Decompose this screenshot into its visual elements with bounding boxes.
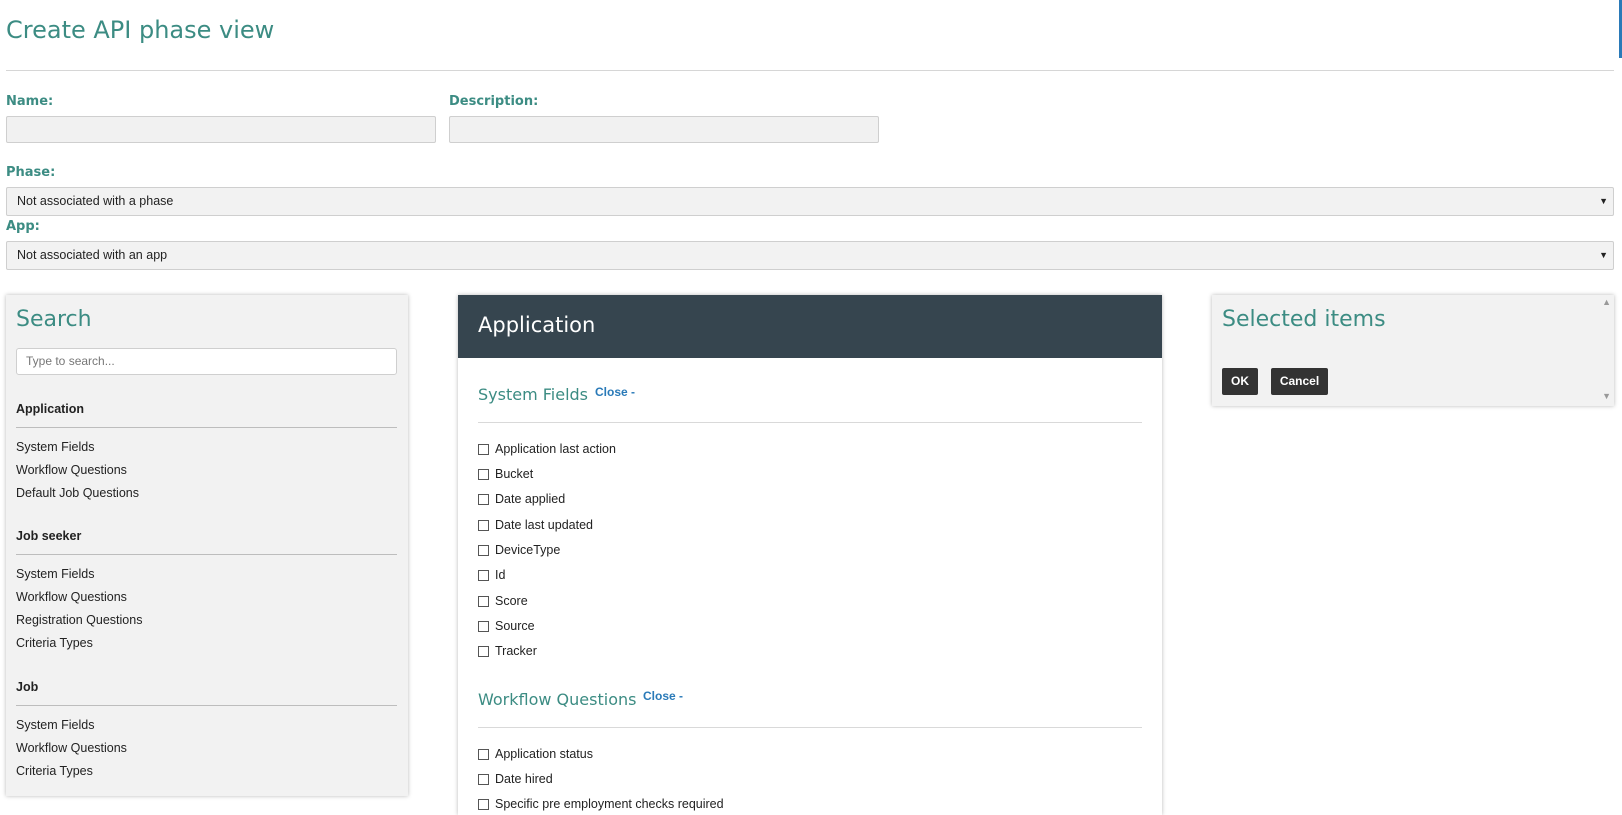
section-heading-system-fields: System Fields [478, 385, 589, 404]
search-panel: Search Type to search... Application Sys… [6, 295, 408, 796]
checkbox[interactable] [478, 749, 489, 760]
caret-down-icon: ▼ [1599, 196, 1608, 206]
nav-application-default-job-questions[interactable]: Default Job Questions [16, 486, 139, 500]
application-panel-title: Application [478, 313, 596, 337]
caret-down-icon: ▼ [1599, 250, 1608, 260]
field-label: Date hired [495, 772, 553, 786]
nav-job-system-fields[interactable]: System Fields [16, 718, 95, 732]
checkbox[interactable] [478, 520, 489, 531]
name-input[interactable] [6, 116, 436, 143]
group-heading-job-seeker: Job seeker [16, 529, 82, 543]
field-row[interactable]: Application status [478, 747, 593, 763]
field-row[interactable]: Tracker [478, 644, 537, 660]
checkbox[interactable] [478, 799, 489, 810]
field-row[interactable]: Date hired [478, 772, 553, 788]
selected-items-panel: Selected items OK Cancel ▲ ▼ [1212, 295, 1614, 406]
nav-jobseeker-system-fields[interactable]: System Fields [16, 567, 95, 581]
field-label: Date last updated [495, 518, 593, 532]
search-panel-title: Search [16, 307, 92, 332]
field-label: Specific pre employment checks required [495, 797, 724, 811]
group-divider [16, 554, 397, 555]
selected-items-title: Selected items [1222, 307, 1386, 332]
checkbox[interactable] [478, 545, 489, 556]
checkbox[interactable] [478, 774, 489, 785]
app-select[interactable]: Not associated with an app ▼ [6, 241, 1614, 270]
field-row[interactable]: Source [478, 619, 535, 635]
field-row[interactable]: Bucket [478, 467, 533, 483]
field-label: Source [495, 619, 535, 633]
close-system-fields-link[interactable]: Close - [595, 385, 635, 399]
search-input[interactable]: Type to search... [16, 348, 397, 375]
field-row[interactable]: DeviceType [478, 543, 560, 559]
field-label: Application status [495, 747, 593, 761]
nav-job-criteria-types[interactable]: Criteria Types [16, 764, 93, 778]
nav-jobseeker-registration-questions[interactable]: Registration Questions [16, 613, 142, 627]
close-workflow-questions-link[interactable]: Close - [643, 689, 683, 703]
checkbox[interactable] [478, 646, 489, 657]
group-heading-application: Application [16, 402, 85, 416]
ok-button[interactable]: OK [1222, 368, 1258, 395]
group-divider [16, 705, 397, 706]
field-row[interactable]: Application last action [478, 442, 616, 458]
checkbox[interactable] [478, 596, 489, 607]
name-label: Name: [6, 94, 54, 109]
cancel-button[interactable]: Cancel [1271, 368, 1328, 395]
description-label: Description: [449, 94, 539, 109]
group-heading-job: Job [16, 680, 39, 694]
field-label: DeviceType [495, 543, 561, 557]
field-label: Application last action [495, 442, 616, 456]
checkbox[interactable] [478, 469, 489, 480]
field-label: Date applied [495, 492, 566, 506]
title-divider [6, 70, 1614, 71]
field-row[interactable]: Date last updated [478, 518, 593, 534]
field-row[interactable]: Id [478, 568, 505, 584]
field-row[interactable]: Date applied [478, 492, 565, 508]
nav-application-workflow-questions[interactable]: Workflow Questions [16, 463, 127, 477]
section-divider [478, 727, 1142, 728]
field-label: Id [495, 568, 506, 582]
phase-select-value: Not associated with a phase [17, 194, 174, 208]
nav-jobseeker-criteria-types[interactable]: Criteria Types [16, 636, 93, 650]
phase-select[interactable]: Not associated with a phase ▼ [6, 187, 1614, 216]
section-heading-workflow-questions: Workflow Questions [478, 690, 637, 709]
checkbox[interactable] [478, 494, 489, 505]
chevron-up-icon[interactable]: ▲ [1602, 297, 1611, 307]
nav-application-system-fields[interactable]: System Fields [16, 440, 95, 454]
field-row[interactable]: Specific pre employment checks required [478, 797, 724, 813]
phase-label: Phase: [6, 165, 56, 180]
chevron-down-icon[interactable]: ▼ [1602, 391, 1611, 401]
checkbox[interactable] [478, 621, 489, 632]
application-panel-header: Application [458, 295, 1162, 358]
group-divider [16, 427, 397, 428]
checkbox[interactable] [478, 570, 489, 581]
app-select-value: Not associated with an app [17, 248, 168, 262]
page-title: Create API phase view [6, 16, 275, 44]
section-divider [478, 422, 1142, 423]
field-row[interactable]: Score [478, 594, 528, 610]
field-label: Score [495, 594, 528, 608]
description-input[interactable] [449, 116, 879, 143]
application-panel: Application System Fields Close - Applic… [458, 295, 1162, 815]
field-label: Bucket [495, 467, 534, 481]
app-label: App: [6, 219, 40, 234]
checkbox[interactable] [478, 444, 489, 455]
nav-jobseeker-workflow-questions[interactable]: Workflow Questions [16, 590, 127, 604]
nav-job-workflow-questions[interactable]: Workflow Questions [16, 741, 127, 755]
field-label: Tracker [495, 644, 537, 658]
